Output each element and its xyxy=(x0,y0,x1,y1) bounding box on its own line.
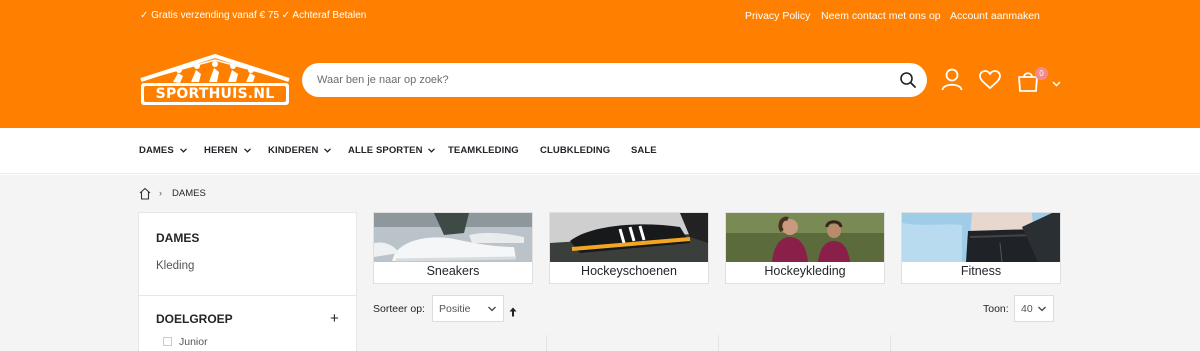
expand-filter-plus-icon[interactable]: + xyxy=(330,310,339,327)
filter-sidebar: DAMES Kleding DOELGROEP + Junior xyxy=(138,212,357,351)
limit-select-value: 40 xyxy=(1021,303,1033,315)
sidebar-title: DAMES xyxy=(156,231,200,245)
nav-item-clubkleding[interactable]: CLUBKLEDING xyxy=(540,145,610,156)
arrow-up-icon[interactable] xyxy=(509,304,517,317)
user-icon[interactable] xyxy=(941,68,963,91)
category-tile-sneakers[interactable]: Sneakers xyxy=(373,212,533,284)
filter-option-junior[interactable]: Junior xyxy=(179,336,208,348)
logo-text: SPORTHUIS.NL xyxy=(155,86,275,102)
privacy-policy-link[interactable]: Privacy Policy xyxy=(745,10,810,22)
heart-icon[interactable] xyxy=(979,70,1001,90)
category-image-sneakers xyxy=(374,213,532,262)
search-icon[interactable] xyxy=(899,71,917,89)
limit-select[interactable]: 40 xyxy=(1014,295,1054,322)
category-image-fitness xyxy=(902,213,1060,262)
nav-item-label: TEAMKLEDING xyxy=(448,145,519,156)
main-navigation: DAMES HEREN KINDEREN ALLE SPORTEN TEAMKL… xyxy=(0,128,1200,174)
cart-chevron-down-icon[interactable] xyxy=(1052,75,1061,87)
chevron-down-icon xyxy=(324,148,332,153)
chevron-down-icon xyxy=(1038,306,1046,312)
sort-select-value: Positie xyxy=(439,303,471,315)
sidebar-link-kleding[interactable]: Kleding xyxy=(156,260,194,272)
nav-item-sale[interactable]: SALE xyxy=(631,145,657,156)
nav-item-label: CLUBKLEDING xyxy=(540,145,611,156)
chevron-down-icon xyxy=(243,148,251,153)
nav-item-kinderen[interactable]: KINDEREN xyxy=(268,145,332,156)
nav-item-label: ALLE SPORTEN xyxy=(348,145,423,156)
breadcrumb-current: DAMES xyxy=(172,188,206,199)
chevron-down-icon xyxy=(179,148,187,153)
category-tile-hockeykleding[interactable]: Hockeykleding xyxy=(725,212,885,284)
chevron-down-icon xyxy=(428,148,436,153)
nav-item-teamkleding[interactable]: TEAMKLEDING xyxy=(448,145,519,156)
search-bar xyxy=(302,63,927,97)
filter-title-doelgroep[interactable]: DOELGROEP xyxy=(156,312,233,326)
usp-text: ✓ Gratis verzending vanaf € 75 ✓ Achtera… xyxy=(140,10,367,21)
contact-link[interactable]: Neem contact met ons op xyxy=(821,10,941,22)
page-content: › DAMES DAMES Kleding DOELGROEP + Junior… xyxy=(0,175,1200,351)
sort-label: Sorteer op: xyxy=(373,303,425,315)
nav-item-label: SALE xyxy=(631,145,657,156)
product-grid-divider xyxy=(546,335,547,351)
category-image-hockeyschoenen xyxy=(550,213,708,262)
category-label: Fitness xyxy=(960,264,1002,278)
nav-item-label: DAMES xyxy=(139,145,174,156)
nav-item-label: HEREN xyxy=(204,145,238,156)
category-tile-hockeyschoenen[interactable]: Hockeyschoenen xyxy=(549,212,709,284)
home-icon[interactable] xyxy=(139,187,151,200)
category-label: Sneakers xyxy=(426,264,480,278)
nav-item-alle-sporten[interactable]: ALLE SPORTEN xyxy=(348,145,436,156)
product-grid-divider xyxy=(890,335,891,351)
site-logo[interactable]: SPORTHUIS.NL xyxy=(139,52,291,108)
breadcrumb-separator: › xyxy=(159,188,162,198)
chevron-down-icon xyxy=(488,306,496,312)
search-input[interactable] xyxy=(317,71,877,89)
cart-count-badge: 0 xyxy=(1035,67,1048,80)
sort-select[interactable]: Positie xyxy=(432,295,504,322)
create-account-link[interactable]: Account aanmaken xyxy=(950,10,1040,22)
nav-item-heren[interactable]: HEREN xyxy=(204,145,251,156)
product-grid-divider xyxy=(718,335,719,351)
category-label: Hockeyschoenen xyxy=(581,264,677,278)
nav-item-label: KINDEREN xyxy=(268,145,319,156)
filter-checkbox-junior[interactable] xyxy=(163,337,172,346)
category-tile-fitness[interactable]: Fitness xyxy=(901,212,1061,284)
nav-item-dames[interactable]: DAMES xyxy=(139,145,187,156)
category-label: Hockeykleding xyxy=(764,264,846,278)
site-header: ✓ Gratis verzending vanaf € 75 ✓ Achtera… xyxy=(0,0,1200,128)
sidebar-divider xyxy=(139,295,356,296)
show-label: Toon: xyxy=(983,303,1009,315)
category-image-hockeykleding xyxy=(726,213,884,262)
